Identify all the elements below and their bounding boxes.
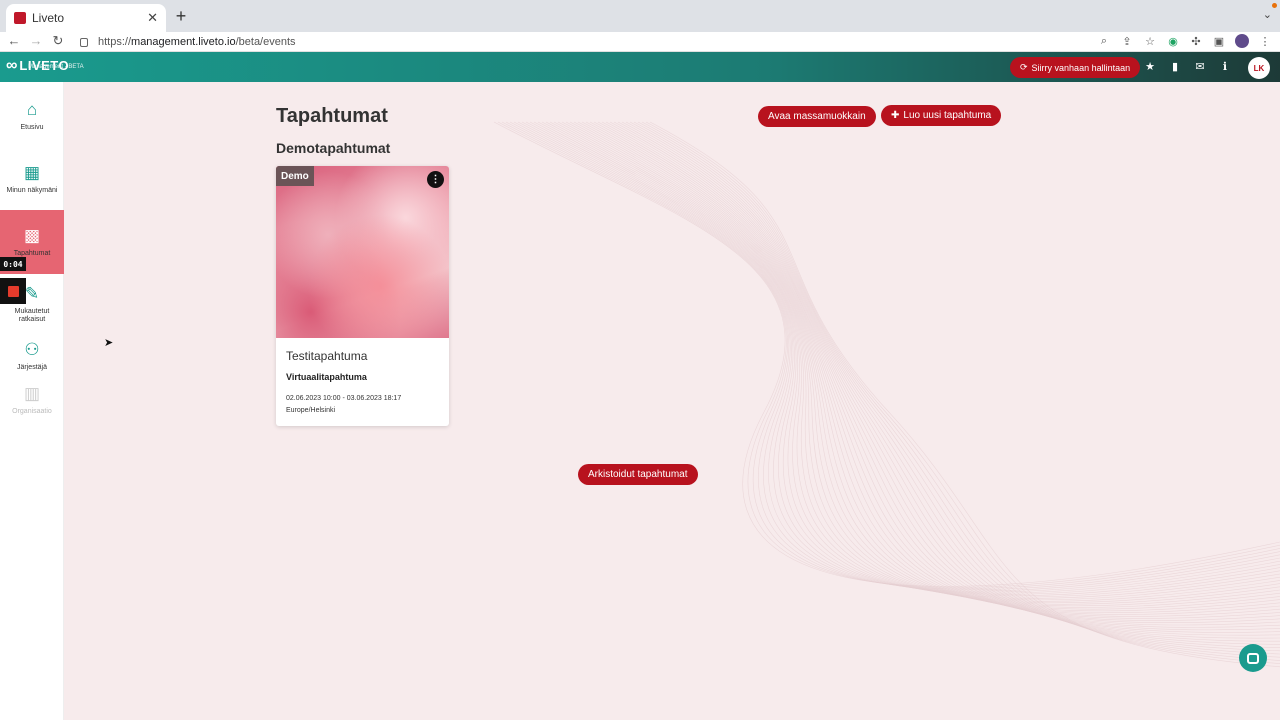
event-name: Testitapahtuma (286, 349, 368, 363)
archived-events-button[interactable]: Arkistoidut tapahtumat (578, 464, 698, 485)
reload-icon[interactable]: ↻ (50, 33, 66, 49)
new-tab-button[interactable]: + (172, 6, 190, 26)
sidebar-item-label: Järjestäjä (17, 363, 47, 371)
wave-line (629, 121, 1280, 652)
app-header: ∞ LIVETO Management - BETA ⟳ Siirry vanh… (0, 52, 1280, 82)
share-icon[interactable]: ⇪ (1120, 35, 1134, 48)
logo-subtitle: Management - BETA (28, 64, 84, 70)
forward-arrow-icon[interactable]: → (28, 33, 44, 49)
side-panel-icon[interactable]: ▣ (1212, 35, 1226, 48)
archived-events-label: Arkistoidut tapahtumat (588, 469, 688, 480)
chat-icon (1247, 652, 1259, 664)
extension-icon[interactable]: ◉ (1166, 35, 1180, 48)
profile-avatar-icon[interactable] (1235, 34, 1249, 48)
users-icon: ⚇ (24, 339, 40, 359)
url-scheme: https:// (98, 36, 132, 48)
tab-close-icon[interactable]: ✕ (147, 10, 158, 26)
sidebar-item-organization[interactable]: ▥ Organisaatio (0, 378, 64, 422)
demo-badge: Demo (276, 166, 314, 186)
event-timezone: Europe/Helsinki (286, 407, 336, 414)
main-content: Tapahtumat Avaa massamuokkain ✚ Luo uusi… (64, 82, 1280, 720)
refresh-icon: ⟳ (1020, 62, 1028, 72)
wave-line (509, 121, 1280, 592)
wave-line (633, 121, 1280, 655)
wave-line (513, 121, 1280, 593)
zoom-icon[interactable]: ⌕ (1097, 35, 1111, 48)
browser-tab-bar: Liveto ✕ + ⌄ (0, 0, 1280, 32)
sidebar-item-label: Organisaatio (12, 407, 52, 415)
chat-support-button[interactable] (1239, 644, 1267, 672)
old-admin-label: Siirry vanhaan hallintaan (1031, 62, 1131, 73)
sidebar-item-label: Mukautetut ratkaisut (14, 307, 50, 323)
plus-icon: ✚ (891, 110, 900, 121)
back-arrow-icon[interactable]: ← (6, 33, 22, 49)
tab-search-chevron-icon[interactable]: ⌄ (1263, 8, 1272, 21)
create-event-button[interactable]: ✚ Luo uusi tapahtuma (881, 105, 1002, 126)
bulk-edit-label: Avaa massamuokkain (768, 111, 866, 122)
switch-to-old-admin-button[interactable]: ⟳ Siirry vanhaan hallintaan (1010, 57, 1141, 78)
sidebar: ⌂ Etusivu ▦ Minun näkymäni ▩ Tapahtumat … (0, 82, 64, 720)
section-title: Demotapahtumat (276, 140, 391, 156)
wave-line (493, 121, 1280, 587)
lock-icon (80, 37, 88, 47)
url-path: /beta/events (235, 36, 296, 48)
browser-toolbar-icons: ⌕ ⇪ ☆ ◉ ✣ ▣ ⋮ (1097, 34, 1272, 48)
sidebar-item-label: Etusivu (20, 123, 44, 131)
page-title: Tapahtumat (276, 105, 388, 127)
browser-toolbar: ← → ↻ https:// management.liveto.io /bet… (0, 32, 1280, 52)
wave-line (637, 121, 1280, 658)
sidebar-item-label: Minun näkymäni (6, 186, 58, 194)
address-bar[interactable]: https:// management.liveto.io /beta/even… (74, 33, 1174, 51)
liveto-favicon-icon (14, 12, 26, 24)
bookmark-star-icon[interactable]: ☆ (1143, 35, 1157, 48)
stop-recording-button[interactable] (0, 278, 26, 304)
puzzle-extensions-icon[interactable]: ✣ (1189, 35, 1203, 48)
more-options-icon[interactable]: ⋮ (427, 171, 444, 188)
event-dates: 02.06.2023 10:00 - 03.06.2023 18:17 (286, 395, 402, 402)
url-host: management.liveto.io (131, 36, 236, 48)
wave-line (505, 121, 1280, 590)
liveto-logo-icon: ∞ (6, 57, 17, 74)
user-avatar[interactable]: LK (1248, 57, 1270, 79)
feedback-icon[interactable]: ✉ (1193, 60, 1207, 73)
create-event-label: Luo uusi tapahtuma (903, 110, 992, 121)
wave-line (501, 121, 1280, 589)
bookmark-icon[interactable]: ▮ (1168, 60, 1182, 73)
info-icon[interactable]: ℹ (1218, 60, 1232, 73)
wave-line (517, 121, 1280, 594)
stop-icon (7, 285, 19, 297)
bulk-edit-button[interactable]: Avaa massamuokkain (758, 106, 876, 127)
browser-tab[interactable]: Liveto ✕ (6, 4, 166, 32)
menu-dots-icon[interactable]: ⋮ (1258, 35, 1272, 48)
recording-timer: 0:04 (0, 257, 26, 271)
update-indicator-icon (1272, 3, 1277, 8)
wave-line (497, 121, 1280, 588)
sidebar-item-home[interactable]: ⌂ Etusivu (0, 85, 64, 147)
tab-title: Liveto (32, 11, 65, 25)
background-wave-decoration (493, 121, 1280, 668)
home-icon: ⌂ (26, 99, 38, 119)
event-image: Demo ⋮ (276, 166, 449, 338)
event-type: Virtuaalitapahtuma (286, 372, 367, 382)
calendar-icon: ▩ (23, 225, 41, 245)
event-card[interactable]: Demo ⋮ Testitapahtuma Virtuaalitapahtuma… (276, 166, 449, 426)
star-icon[interactable]: ★ (1143, 60, 1157, 73)
sidebar-item-my-view[interactable]: ▦ Minun näkymäni (0, 148, 64, 210)
edit-icon: ✎ (24, 283, 40, 303)
sidebar-item-organizer[interactable]: ⚇ Järjestäjä (0, 330, 64, 382)
building-icon: ▥ (23, 383, 41, 403)
layout-icon: ▦ (23, 162, 41, 182)
mouse-cursor-icon: ➤ (104, 337, 114, 349)
